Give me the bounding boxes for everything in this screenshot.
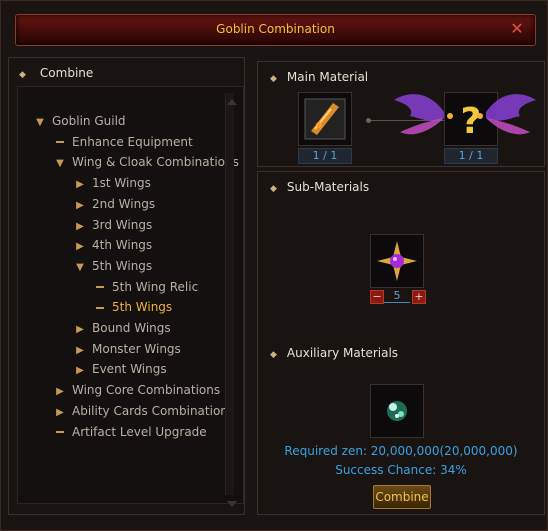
tree-item-label: 5th Wings xyxy=(92,258,153,273)
main-material-panel: ◆ Main Material 1 / 1 ? 1 / 1 xyxy=(257,61,545,167)
tree-item-label: Wing & Cloak Combinations xyxy=(72,155,239,170)
tree-item-label: 2nd Wings xyxy=(92,196,156,211)
arrow-right-icon: ▶ xyxy=(76,241,84,253)
sub-material-slot[interactable] xyxy=(370,234,424,288)
tree-item[interactable]: ▶ Monster Wings xyxy=(72,340,181,358)
combine-header-label: Combine xyxy=(39,66,94,80)
goblin-combination-window: Goblin Combination ✕ ◆ Combine ▼ Goblin Gu… xyxy=(0,0,548,531)
recipe-tree: ▼ Goblin Guild Enhance Equipment ▼ Wing & Cl… xyxy=(17,86,244,504)
tree-item[interactable]: Artifact Level Upgrade xyxy=(52,423,207,441)
diamond-icon: ◆ xyxy=(270,184,277,194)
main-material-label: Main Material xyxy=(286,70,369,84)
tree-item[interactable]: ▼ Wing & Cloak Combinations xyxy=(52,153,239,171)
arrow-right-icon: ▶ xyxy=(76,324,84,335)
tree-item-label: Monster Wings xyxy=(92,341,181,356)
dash-icon xyxy=(96,286,104,289)
auxiliary-slot[interactable] xyxy=(370,384,424,438)
tree-item[interactable]: Enhance Equipment xyxy=(52,133,193,151)
tree-item-label: 1st Wings xyxy=(92,176,151,191)
quantity-stepper: − 5 + xyxy=(370,290,426,304)
wing-item-icon xyxy=(304,98,346,140)
tree-item[interactable]: 5th Wing Relic xyxy=(92,278,198,296)
diamond-icon: ◆ xyxy=(270,350,277,360)
tree-item-label: Artifact Level Upgrade xyxy=(72,424,207,439)
tree-item[interactable]: ▶ 2nd Wings xyxy=(72,195,155,213)
main-material-heading: ◆ Main Material xyxy=(270,70,368,84)
dash-icon xyxy=(56,141,64,144)
arrow-down-icon: ▼ xyxy=(76,261,84,273)
quantity-value[interactable]: 5 xyxy=(384,290,410,303)
tree-item[interactable]: ▶ Bound Wings xyxy=(72,319,171,337)
sub-materials-label: Sub-Materials xyxy=(286,180,370,194)
combine-header: ◆ Combine xyxy=(19,66,93,80)
main-material-slot[interactable] xyxy=(298,92,352,146)
tree-item[interactable]: ▶ 4th Wings xyxy=(72,236,152,254)
auxiliary-label: Auxiliary Materials xyxy=(286,346,399,360)
increase-button[interactable]: + xyxy=(412,290,426,304)
dash-icon xyxy=(96,306,104,309)
tree-item-label: 5th Wings xyxy=(112,300,173,315)
green-gem-icon xyxy=(387,401,407,421)
tree-item-label: 3rd Wings xyxy=(92,217,153,232)
title-bar: Goblin Combination ✕ xyxy=(15,14,536,46)
tree-item[interactable]: ▶ 3rd Wings xyxy=(72,216,152,234)
tree-item-label: Event Wings xyxy=(92,362,167,377)
tree-item-label: Goblin Guild xyxy=(52,114,126,128)
tree-item-label: Enhance Equipment xyxy=(72,134,193,149)
main-material-count: 1 / 1 xyxy=(298,148,352,164)
result-count: 1 / 1 xyxy=(444,148,498,164)
sub-materials-panel: ◆ Sub-Materials − 5 + ◆ Auxiliary Material… xyxy=(257,171,545,515)
arrow-right-icon: ▶ xyxy=(56,406,64,418)
purple-wings-icon xyxy=(394,94,536,135)
diamond-icon: ◆ xyxy=(19,70,26,80)
tree-item-label: 4th Wings xyxy=(92,238,153,253)
tree-item[interactable]: ▶ Ability Cards Combinations xyxy=(52,402,234,420)
combine-panel: ◆ Combine ▼ Goblin Guild Enhance Equipment ▼… xyxy=(8,57,245,515)
scroll-up-arrow-icon[interactable] xyxy=(227,99,237,105)
diamond-icon: ◆ xyxy=(270,74,277,84)
tree-item[interactable]: ▶ Event Wings xyxy=(72,360,167,378)
close-button[interactable]: ✕ xyxy=(509,21,525,37)
combine-button[interactable]: Combine xyxy=(373,485,431,509)
success-chance: Success Chance: 34% xyxy=(335,463,467,477)
sub-materials-heading: ◆ Sub-Materials xyxy=(270,180,369,194)
tree-item-label: 5th Wing Relic xyxy=(112,279,199,294)
arrow-right-icon: ▶ xyxy=(76,220,84,232)
arrow-down-icon: ▼ xyxy=(36,117,44,128)
dash-icon xyxy=(56,431,64,433)
required-zen: Required zen: 20,000,000(20,000,000) xyxy=(284,444,518,458)
connector-dot xyxy=(366,118,371,123)
window-title: Goblin Combination xyxy=(216,22,335,36)
arrow-right-icon: ▶ xyxy=(76,179,84,191)
tree-item-label: Ability Cards Combinations xyxy=(72,403,235,418)
tree-item[interactable]: ▶ Wing Core Combinations xyxy=(52,381,220,399)
decrease-button[interactable]: − xyxy=(370,290,384,304)
scroll-down-arrow-icon[interactable] xyxy=(227,501,237,507)
scrollbar[interactable] xyxy=(225,93,234,495)
jewel-star-icon xyxy=(377,241,417,281)
arrow-right-icon: ▶ xyxy=(76,344,84,356)
tree-item[interactable]: ▼ Goblin Guild xyxy=(32,112,126,130)
tree-item[interactable]: ▼ 5th Wings xyxy=(72,257,152,275)
tree-item[interactable]: ▶ 1st Wings xyxy=(72,174,151,192)
arrow-right-icon: ▶ xyxy=(76,365,84,377)
arrow-right-icon: ▶ xyxy=(76,199,84,211)
tree-item-label: Wing Core Combinations xyxy=(72,383,221,398)
arrow-right-icon: ▶ xyxy=(56,386,64,398)
arrow-down-icon: ▼ xyxy=(56,158,64,170)
tree-item[interactable]: 5th Wings xyxy=(92,298,172,316)
auxiliary-heading: ◆ Auxiliary Materials xyxy=(270,346,398,360)
tree-item-label: Bound Wings xyxy=(92,321,171,335)
